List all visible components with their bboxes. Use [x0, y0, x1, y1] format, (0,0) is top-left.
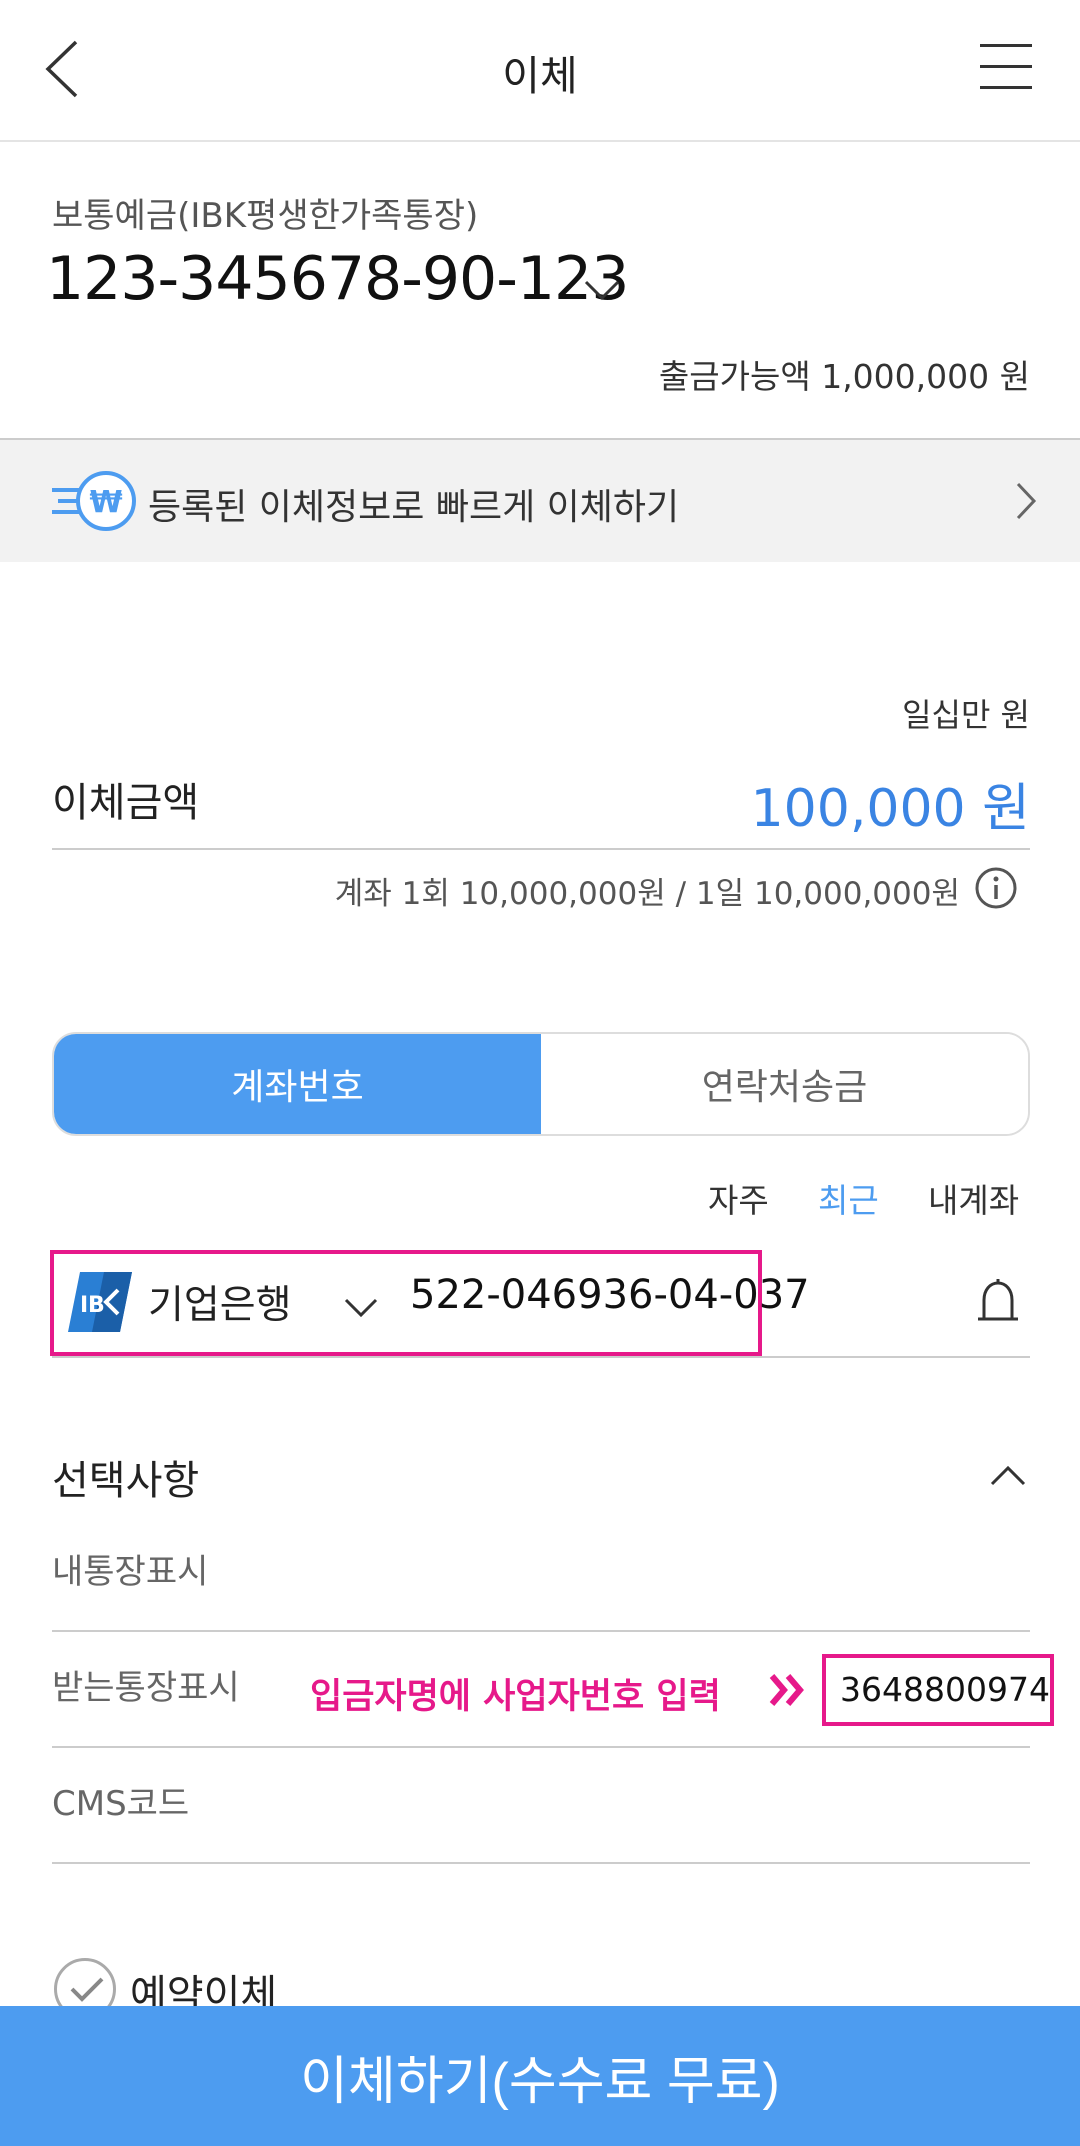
filter-frequent[interactable]: 자주: [708, 1174, 769, 1222]
top-app-bar: 이체: [0, 0, 1080, 142]
quick-transfer-banner[interactable]: ₩ 등록된 이체정보로 빠르게 이체하기: [0, 440, 1080, 562]
recipient-filters: 자주 최근 내계좌: [0, 1174, 1080, 1224]
my-passbook-label: 내통장표시: [52, 1552, 209, 1592]
recv-passbook-input[interactable]: 3648800974: [840, 1670, 1050, 1709]
quick-transfer-label: 등록된 이체정보로 빠르게 이체하기: [148, 487, 680, 528]
bank-select[interactable]: 기업은행: [148, 1274, 292, 1330]
recipient-account-input[interactable]: 522-046936-04-037: [410, 1272, 810, 1318]
tab-account-number[interactable]: 계좌번호: [54, 1034, 541, 1134]
bell-icon[interactable]: [976, 1278, 1020, 1326]
hamburger-menu-icon[interactable]: [980, 44, 1032, 94]
recv-passbook-label: 받는통장표시: [52, 1668, 240, 1708]
chevron-up-icon[interactable]: [988, 1460, 1028, 1490]
amount-input[interactable]: 100,000 원: [751, 766, 1030, 841]
chevron-down-icon[interactable]: [582, 270, 622, 310]
info-icon[interactable]: [974, 866, 1018, 910]
ibk-bank-logo-icon: I B: [66, 1270, 134, 1334]
quick-transfer-icon: ₩: [50, 468, 142, 534]
transfer-limit-text: 계좌 1회 10,000,000원 / 1일 10,000,000원: [334, 876, 960, 912]
page-title: 이체: [502, 52, 578, 100]
svg-text:I: I: [80, 1293, 88, 1318]
divider: [52, 848, 1030, 850]
divider: [52, 1862, 1030, 1864]
svg-text:B: B: [88, 1293, 105, 1318]
amount-label: 이체금액: [52, 780, 200, 826]
annotation-text: 입금자명에 사업자번호 입력: [310, 1677, 721, 1717]
account-number[interactable]: 123-345678-90-123: [46, 244, 629, 314]
tab-contact-transfer[interactable]: 연락처송금: [541, 1034, 1028, 1134]
account-type: 보통예금(IBK평생한가족통장): [52, 196, 479, 236]
options-section-title: 선택사항: [52, 1458, 200, 1504]
svg-text:₩: ₩: [89, 485, 122, 520]
filter-my-accounts[interactable]: 내계좌: [928, 1174, 1019, 1222]
recipient-type-tabs: 계좌번호 연락처송금: [52, 1032, 1030, 1136]
chevron-down-icon[interactable]: [342, 1290, 380, 1324]
available-balance: 출금가능액 1,000,000 원: [658, 357, 1030, 396]
cms-code-field[interactable]: CMS코드: [52, 1748, 1030, 1864]
divider: [52, 1356, 1030, 1358]
filter-recent[interactable]: 최근: [818, 1174, 879, 1222]
double-chevron-right-icon: [768, 1670, 808, 1710]
amount-in-words: 일십만 원: [902, 696, 1030, 734]
my-passbook-field[interactable]: 내통장표시: [52, 1516, 1030, 1632]
withdraw-account-section: 보통예금(IBK평생한가족통장) 123-345678-90-123 출금가능액…: [0, 142, 1080, 440]
transfer-button[interactable]: 이체하기(수수료 무료): [0, 2006, 1080, 2146]
cms-code-label: CMS코드: [52, 1784, 190, 1824]
chevron-right-icon: [1012, 478, 1040, 524]
